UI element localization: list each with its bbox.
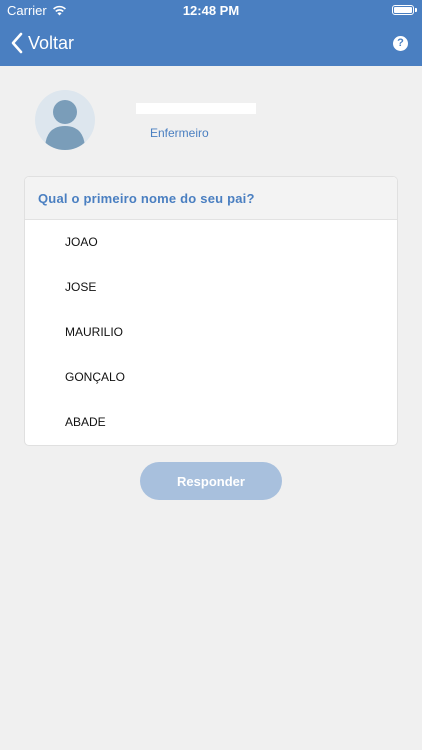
- back-button[interactable]: Voltar: [9, 30, 74, 56]
- question-header: Qual o primeiro nome do seu pai?: [25, 177, 397, 220]
- answer-option[interactable]: MAURILIO: [25, 310, 397, 355]
- answer-option[interactable]: GONÇALO: [25, 354, 397, 399]
- respond-button[interactable]: Responder: [140, 462, 282, 500]
- answer-option[interactable]: ABADE: [25, 399, 397, 444]
- status-bar: Carrier 12:48 PM: [0, 0, 422, 22]
- question-card: Qual o primeiro nome do seu pai? JOAO JO…: [25, 177, 397, 445]
- user-name-field: [136, 103, 256, 114]
- answer-options: JOAO JOSE MAURILIO GONÇALO ABADE: [25, 220, 397, 444]
- status-time: 12:48 PM: [182, 3, 240, 18]
- question-text: Qual o primeiro nome do seu pai?: [38, 191, 255, 206]
- answer-option[interactable]: JOSE: [25, 265, 397, 310]
- back-label: Voltar: [28, 32, 75, 53]
- answer-option[interactable]: JOAO: [25, 220, 397, 265]
- chevron-left-icon: [11, 32, 23, 54]
- user-silhouette-icon: [45, 100, 85, 150]
- user-role: Enfermeiro: [150, 126, 209, 140]
- battery-icon: [392, 5, 417, 15]
- navigation-header: Carrier 12:48 PM Voltar ?: [0, 0, 422, 66]
- avatar: [35, 90, 95, 150]
- help-icon[interactable]: ?: [393, 36, 408, 51]
